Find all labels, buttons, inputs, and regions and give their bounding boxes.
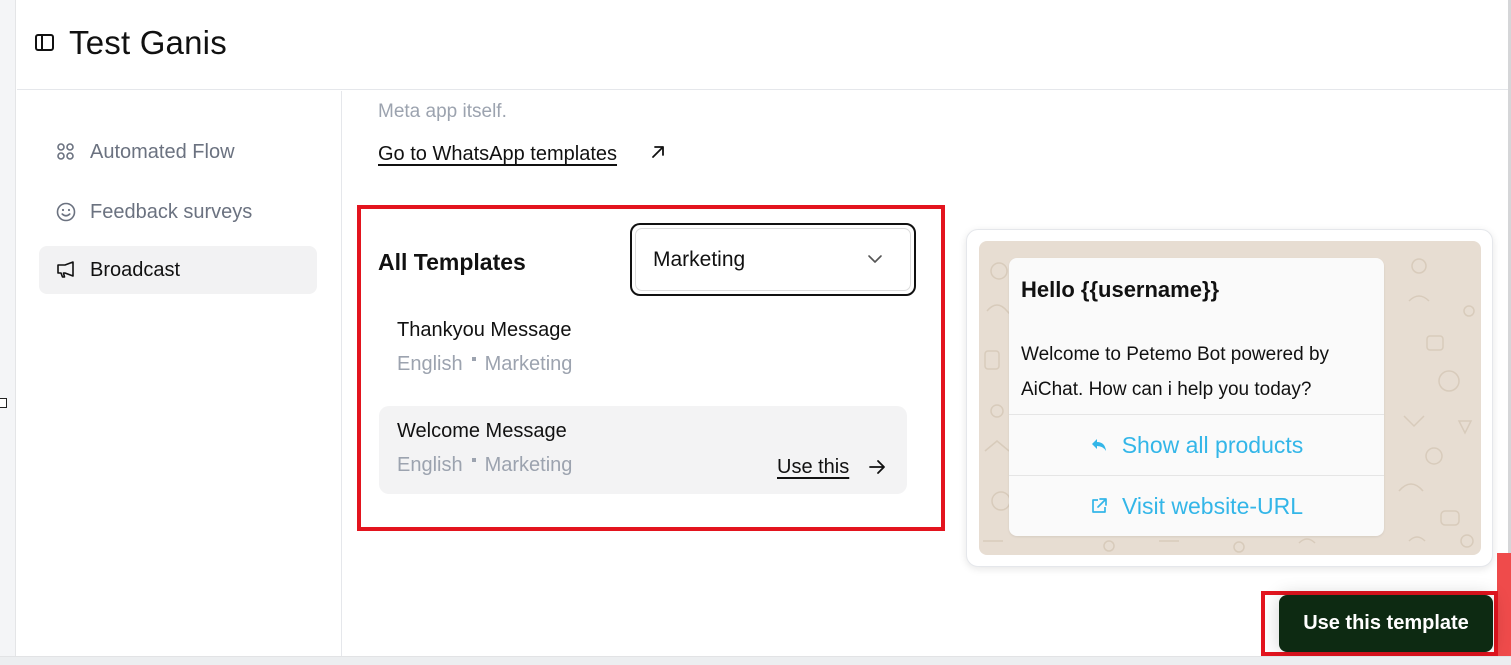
left-edge-strip <box>0 0 16 665</box>
smiley-icon <box>56 202 76 222</box>
quick-reply-button[interactable]: Show all products <box>1009 414 1384 475</box>
template-name: Welcome Message <box>397 420 567 442</box>
templates-panel: All Templates Marketing Thankyou Message… <box>357 205 945 531</box>
use-this-template-button[interactable]: Use this template <box>1279 595 1493 652</box>
sidebar-item-feedback-surveys[interactable]: Feedback surveys <box>39 188 317 236</box>
app-window: Test Ganis Automated Flow Feedback surve… <box>0 0 1511 665</box>
template-item-thankyou[interactable]: Thankyou Message English Marketing <box>379 305 907 393</box>
chat-background: Hello {{username}} Welcome to Petemo Bot… <box>979 241 1481 555</box>
description-text: Meta app itself. <box>378 101 507 122</box>
templates-heading: All Templates <box>378 249 526 275</box>
button-label: Visit website-URL <box>1121 492 1304 519</box>
template-meta: English Marketing <box>397 454 572 477</box>
side-tab <box>1497 553 1511 656</box>
template-language: English <box>397 454 463 476</box>
sidebar-item-label: Feedback surveys <box>90 201 253 223</box>
grid-circles-icon <box>57 143 74 160</box>
separator-dot <box>471 457 476 462</box>
separator-dot <box>471 356 476 361</box>
template-preview-card: Hello {{username}} Welcome to Petemo Bot… <box>966 229 1493 567</box>
template-item-welcome[interactable]: Welcome Message English Marketing Use th… <box>379 406 907 494</box>
top-header: Test Ganis <box>17 0 1508 90</box>
sidebar-item-label: Broadcast <box>90 259 181 281</box>
chevron-down-icon <box>868 255 882 263</box>
reply-icon <box>1091 439 1106 451</box>
button-label: Show all products <box>1121 431 1304 458</box>
message-bubble: Hello {{username}} Welcome to Petemo Bot… <box>1009 258 1384 536</box>
sidebar: Automated Flow Feedback surveys Broadcas… <box>17 91 342 656</box>
sidebar-panel-icon[interactable] <box>35 34 54 51</box>
megaphone-icon <box>57 261 74 278</box>
message-title: Hello {{username}} <box>1021 277 1220 302</box>
page-title: Test Ganis <box>69 24 227 61</box>
left-edge-handle <box>0 398 7 408</box>
sidebar-item-broadcast[interactable]: Broadcast <box>39 246 317 294</box>
template-category: Marketing <box>484 454 573 476</box>
template-language: English <box>397 353 463 375</box>
main-content: ... ... ... ... ... ... ... ... ... ... … <box>343 91 1508 656</box>
use-this-link[interactable]: Use this <box>777 456 849 479</box>
template-meta: English Marketing <box>397 353 572 376</box>
category-select[interactable]: Marketing <box>630 223 916 296</box>
message-body: Welcome to Petemo Bot powered by AiChat.… <box>1021 344 1330 400</box>
arrow-right-icon[interactable] <box>867 457 887 477</box>
template-category: Marketing <box>484 353 573 375</box>
sidebar-item-automated-flow[interactable]: Automated Flow <box>39 128 317 176</box>
description-text-clipped: ... ... ... ... ... ... ... ... ... ... … <box>378 91 668 97</box>
external-link-icon <box>1092 498 1107 513</box>
whatsapp-templates-link[interactable]: Go to WhatsApp templates <box>378 143 617 166</box>
category-select-value: Marketing <box>653 248 746 271</box>
bottom-edge-strip <box>0 656 1511 665</box>
visit-website-button[interactable]: Visit website-URL <box>1009 475 1384 536</box>
arrow-up-right-icon[interactable] <box>649 143 667 161</box>
template-name: Thankyou Message <box>397 319 572 341</box>
sidebar-item-label: Automated Flow <box>90 141 235 163</box>
